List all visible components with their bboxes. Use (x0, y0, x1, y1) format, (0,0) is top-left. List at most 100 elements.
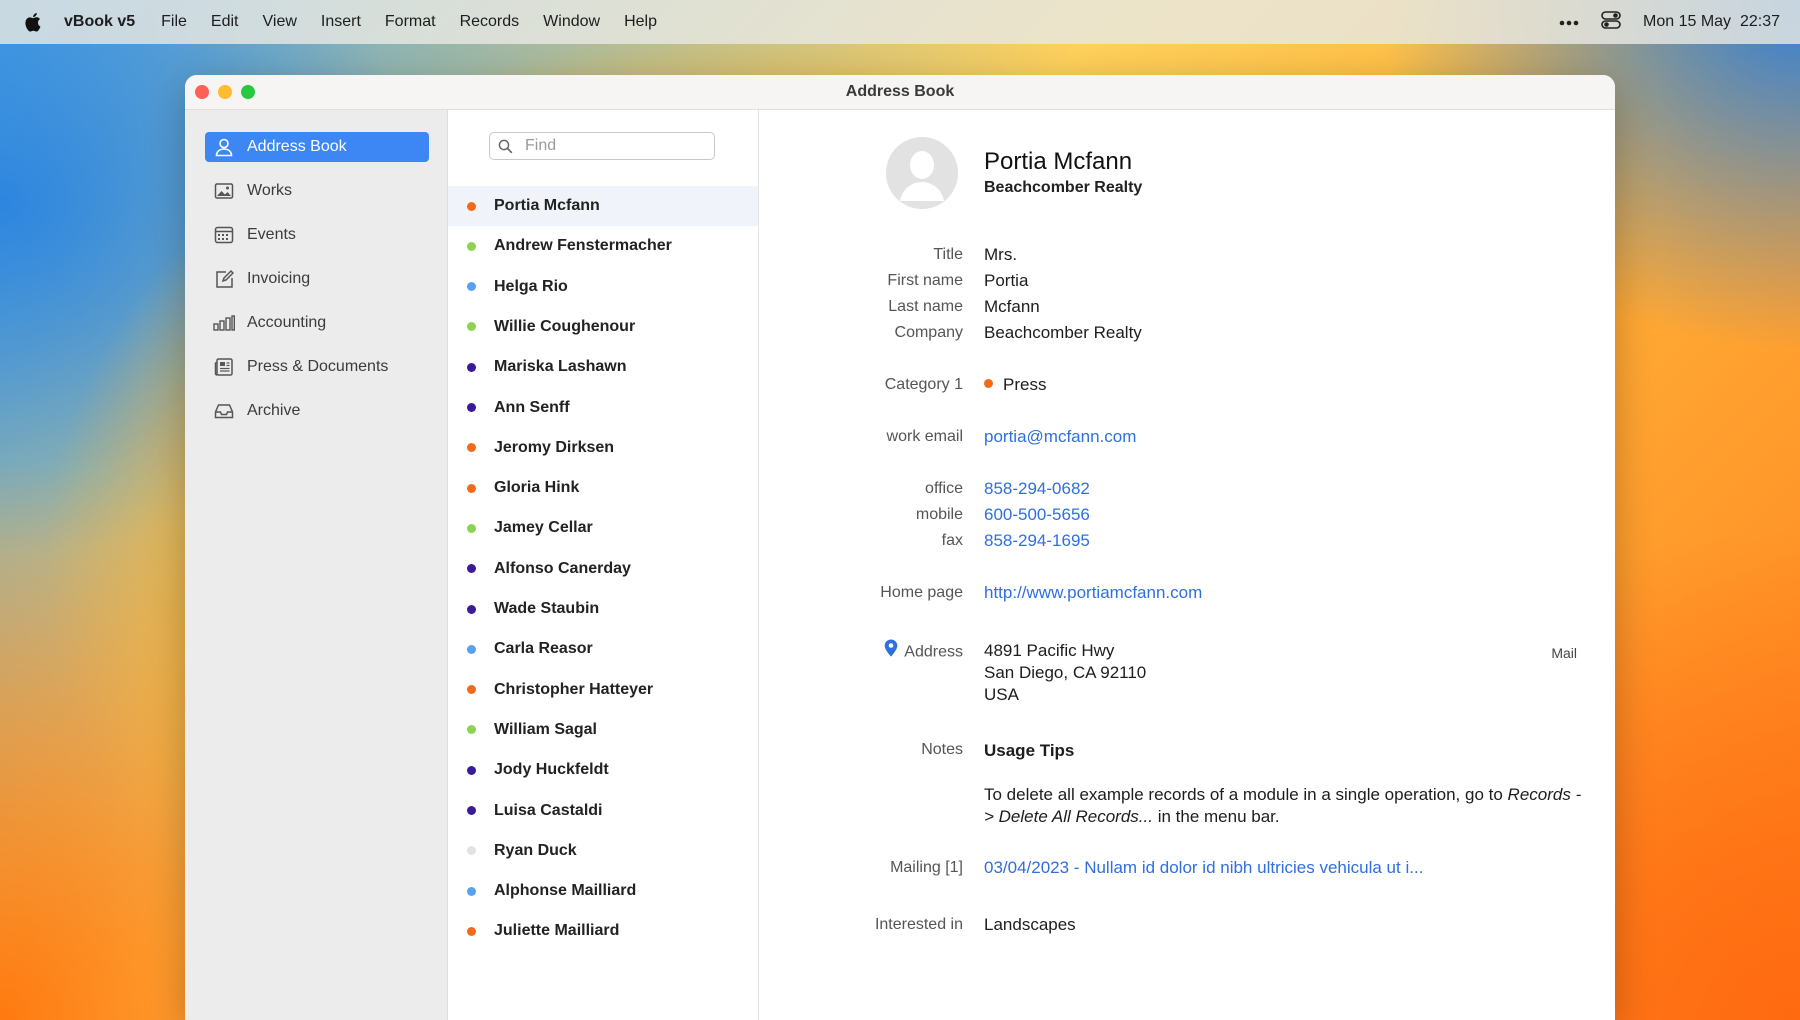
mail-button[interactable]: Mail (1551, 645, 1577, 661)
minimize-window-button[interactable] (218, 85, 232, 99)
sidebar-item-accounting[interactable]: Accounting (205, 308, 429, 338)
sidebar-item-address-book[interactable]: Address Book (205, 132, 429, 162)
mobile-phone-link[interactable]: 600-500-5656 (984, 505, 1090, 525)
mailing-link[interactable]: 03/04/2023 - Nullam id dolor id nibh ult… (984, 858, 1423, 878)
sidebar-item-label: Press & Documents (247, 358, 389, 375)
contact-row[interactable]: William Sagal (448, 710, 758, 750)
contact-row[interactable]: Ryan Duck (448, 831, 758, 871)
contact-row-name: Jeromy Dirksen (494, 438, 615, 456)
contact-row[interactable]: Alfonso Canerday (448, 549, 758, 589)
contact-row[interactable]: Wade Staubin (448, 589, 758, 629)
sidebar-item-label: Archive (247, 402, 301, 419)
more-icon[interactable] (1559, 13, 1579, 31)
sidebar-item-archive[interactable]: Archive (205, 396, 429, 426)
contact-row[interactable]: Carla Reasor (448, 629, 758, 669)
menu-window[interactable]: Window (543, 13, 600, 31)
title-value[interactable]: Mrs. (984, 245, 1017, 265)
fax-link[interactable]: 858-294-1695 (984, 531, 1090, 551)
image-icon (213, 180, 235, 202)
menu-view[interactable]: View (263, 13, 297, 31)
last-name-value[interactable]: Mcfann (984, 297, 1040, 317)
contact-row[interactable]: Helga Rio (448, 267, 758, 307)
apple-logo-icon[interactable] (24, 12, 42, 32)
contact-detail: Portia Mcfann Beachcomber Realty Title F… (759, 110, 1615, 1020)
menu-format[interactable]: Format (385, 13, 436, 31)
contact-row-name: Wade Staubin (494, 600, 600, 617)
sidebar-item-invoicing[interactable]: Invoicing (205, 264, 429, 294)
contact-row[interactable]: Portia Mcfann (448, 186, 758, 226)
contact-row[interactable]: Jody Huckfeldt (448, 750, 758, 790)
menubar-clock[interactable]: Mon 15 May 22:37 (1643, 13, 1780, 31)
menu-edit[interactable]: Edit (211, 13, 239, 31)
category-dot (467, 443, 476, 453)
menu-insert[interactable]: Insert (321, 13, 361, 31)
company-value[interactable]: Beachcomber Realty (984, 323, 1142, 343)
contact-row[interactable]: Willie Coughenour (448, 307, 758, 347)
edit-icon (213, 268, 235, 290)
contact-row[interactable]: Luisa Castaldi (448, 791, 758, 831)
sidebar-item-events[interactable]: Events (205, 220, 429, 250)
app-name[interactable]: vBook v5 (64, 13, 135, 31)
category-dot (467, 201, 476, 211)
contact-row[interactable]: Ann Senff (448, 388, 758, 428)
contact-row[interactable]: Jeromy Dirksen (448, 428, 758, 468)
email-link[interactable]: portia@mcfann.com (984, 427, 1136, 447)
menu-help[interactable]: Help (624, 13, 657, 31)
category-label: Category 1 (884, 376, 963, 393)
search-field[interactable] (489, 132, 715, 160)
title-bar: Address Book (185, 75, 1615, 110)
notes-title: Usage Tips (984, 741, 1075, 760)
category-dot (467, 765, 476, 775)
address-line-1: 4891 Pacific Hwy (984, 641, 1115, 660)
category-dot (467, 685, 476, 695)
category-dot (467, 604, 476, 614)
category-dot (467, 282, 476, 292)
sidebar-item-label: Events (247, 226, 296, 243)
category-dot (467, 403, 476, 412)
sidebar-item-label: Invoicing (247, 270, 311, 287)
contact-row[interactable]: Juliette Mailliard (448, 911, 758, 951)
contact-row-name: Ann Senff (494, 398, 570, 416)
contact-row-name: Carla Reasor (494, 640, 593, 658)
category-dot (984, 379, 993, 389)
avatar[interactable] (886, 137, 958, 209)
zoom-window-button[interactable] (241, 85, 255, 99)
sidebar-item-press-documents[interactable]: Press & Documents (205, 352, 429, 382)
contact-row[interactable]: Alphonse Mailliard (448, 871, 758, 911)
homepage-link[interactable]: http://www.portiamcfann.com (984, 583, 1202, 603)
address-value[interactable]: 4891 Pacific Hwy San Diego, CA 92110 USA (984, 640, 1146, 706)
address-line-2: San Diego, CA 92110 (984, 663, 1147, 682)
interested-value[interactable]: Landscapes (984, 915, 1076, 935)
address-book-window: Address Book Address Book Works Events I… (185, 75, 1615, 1020)
control-center-icon[interactable] (1601, 10, 1621, 34)
address-label: Address (904, 643, 963, 661)
contact-row-name: Luisa Castaldi (494, 801, 603, 819)
office-phone-link[interactable]: 858-294-0682 (984, 479, 1090, 499)
category-dot (467, 564, 476, 574)
category-value[interactable]: Press (984, 375, 1046, 395)
contact-row[interactable]: Gloria Hink (448, 468, 758, 508)
category-dot (467, 886, 476, 896)
contact-row[interactable]: Andrew Fenstermacher (448, 226, 758, 266)
close-window-button[interactable] (195, 85, 209, 99)
sidebar-item-label: Address Book (247, 138, 347, 155)
sidebar: Address Book Works Events Invoicing Acco… (185, 110, 448, 1020)
address-label-group: Address (884, 639, 963, 664)
contact-row-name: William Sagal (494, 720, 597, 738)
menu-file[interactable]: File (161, 13, 187, 31)
contact-row-name: Alphonse Mailliard (494, 882, 637, 900)
category-dot (467, 483, 476, 493)
office-label: office (925, 480, 963, 497)
mailing-label: Mailing [1] (890, 859, 963, 876)
title-label: Title (933, 246, 963, 263)
category-dot (467, 725, 476, 735)
contact-row[interactable]: Jamey Cellar (448, 508, 758, 548)
notes-text[interactable]: To delete all example records of a modul… (984, 784, 1584, 828)
search-input[interactable] (523, 136, 707, 156)
contact-row[interactable]: Mariska Lashawn (448, 347, 758, 387)
menu-records[interactable]: Records (460, 13, 520, 31)
sidebar-item-works[interactable]: Works (205, 176, 429, 206)
person-icon (213, 136, 235, 158)
contact-row[interactable]: Christopher Hatteyer (448, 670, 758, 710)
first-name-value[interactable]: Portia (984, 271, 1028, 291)
